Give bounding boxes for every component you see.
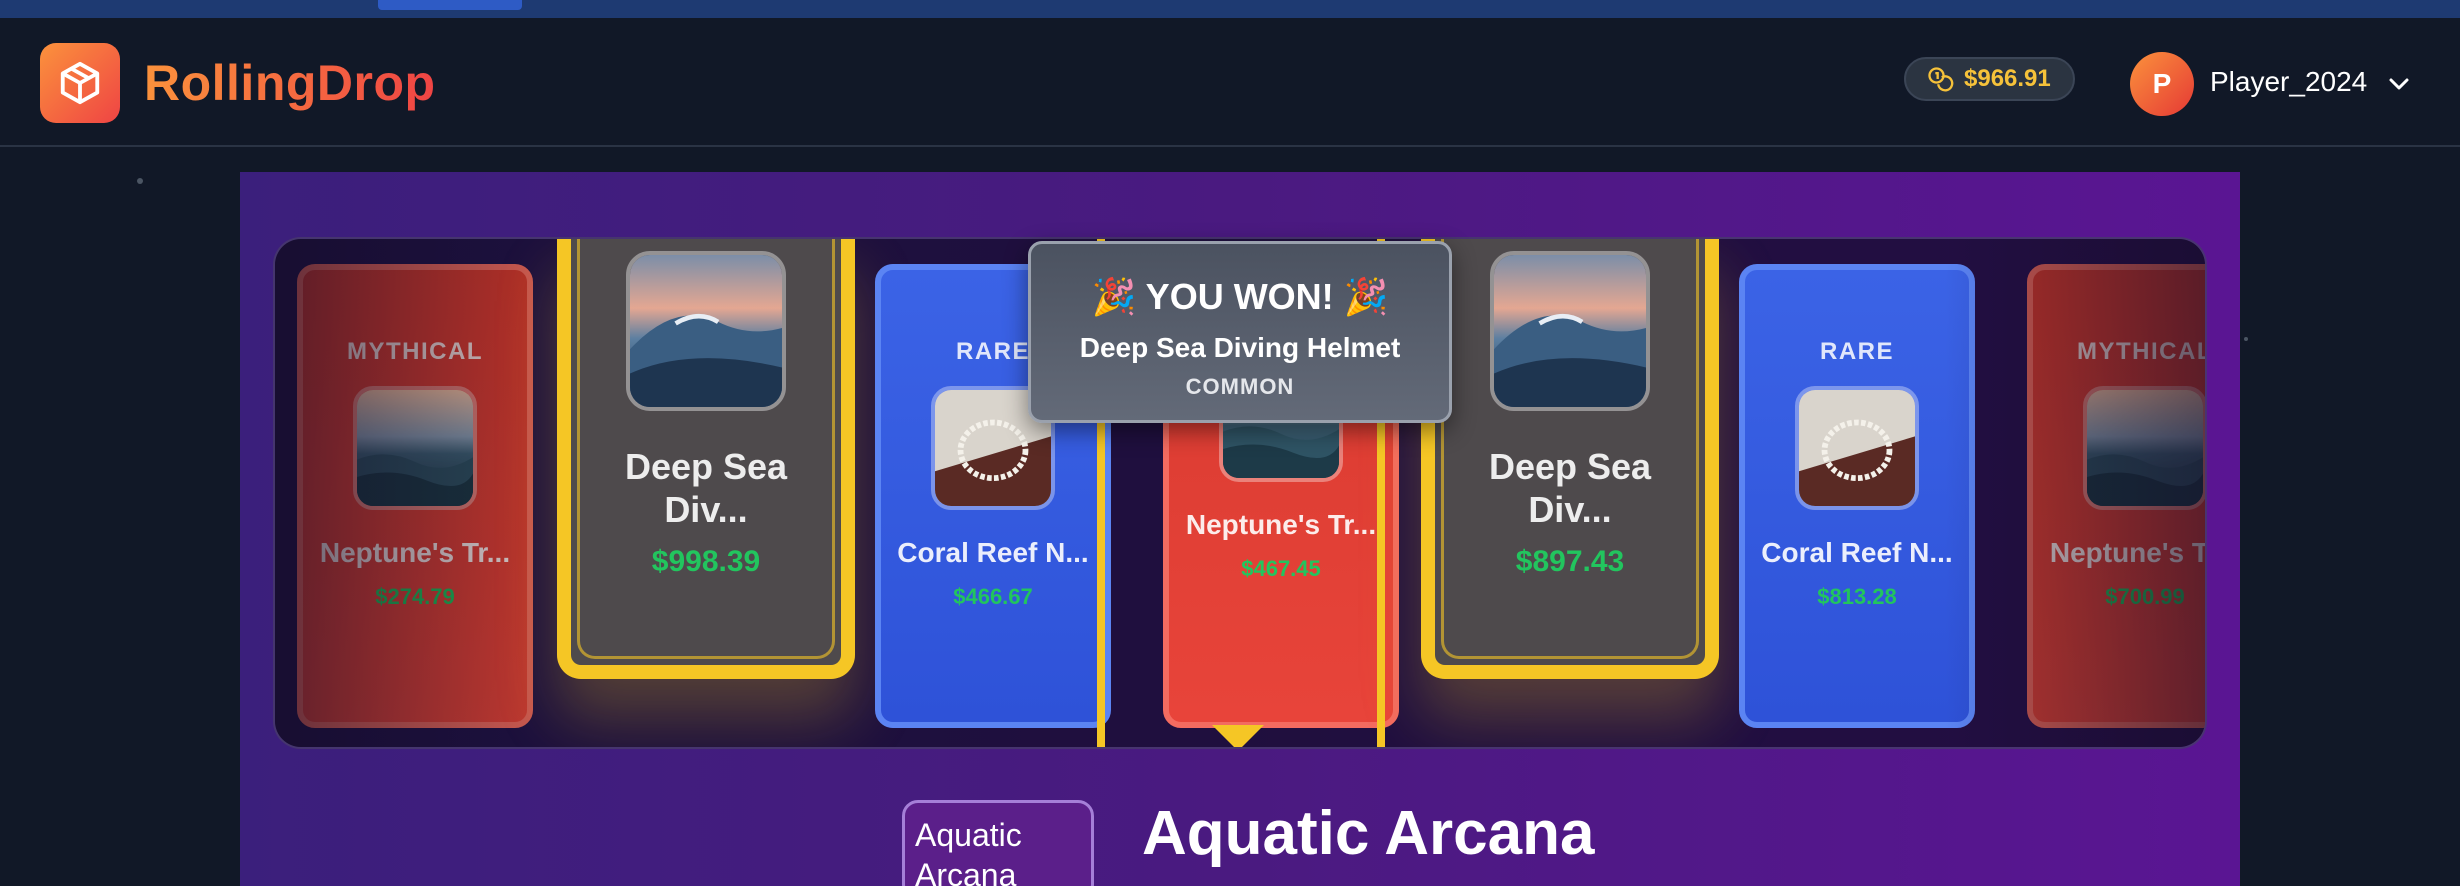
card-price: $466.67 [953, 583, 1033, 609]
logo-cube-icon[interactable] [40, 43, 120, 123]
top-navbar: RollingDrop $966.91 P Player_2024 [0, 18, 2460, 147]
case-image-broken: Aquatic Arcana [902, 800, 1094, 886]
card-rarity: RARE [1819, 338, 1894, 365]
pearl-necklace-image [1795, 386, 1919, 510]
ocean-sunset-image [2083, 386, 2205, 510]
selector-pointer-icon [1212, 725, 1264, 747]
brand-name[interactable]: RollingDrop [144, 54, 436, 112]
balance-badge[interactable]: $966.91 [1904, 57, 2075, 101]
case-opening-stage: MYTHICAL Neptune's Tr... $274.79 Deep Se… [240, 172, 2240, 886]
chevron-down-icon[interactable] [2387, 76, 2411, 92]
ocean-sunset-image [353, 386, 477, 510]
card-price: $897.43 [1515, 545, 1625, 579]
card-price: $813.28 [1817, 583, 1897, 609]
decorative-dot [2244, 337, 2248, 341]
username[interactable]: Player_2024 [2210, 66, 2367, 98]
balance-amount: $966.91 [1964, 65, 2051, 92]
coins-icon [1928, 67, 1954, 92]
active-tab-indicator[interactable] [378, 0, 522, 10]
reel-card: RARE Coral Reef N... $813.28 [1739, 264, 1975, 728]
reel-card: Deep Sea Div... $998.39 [557, 239, 855, 679]
card-name: Neptune's Tr... [1185, 509, 1377, 540]
card-name: Neptune's Tr... [2049, 537, 2207, 568]
card-rarity: MYTHICAL [347, 338, 483, 365]
card-name: Coral Reef N... [897, 537, 1089, 568]
card-name: Neptune's Tr... [319, 537, 511, 568]
reel-card: Deep Sea Div... $897.43 [1421, 239, 1719, 679]
reel-card: MYTHICAL Neptune's Tr... $274.79 [297, 264, 533, 728]
decorative-dot [137, 178, 143, 184]
win-item-rarity: COMMON [1185, 374, 1295, 399]
win-title: 🎉 YOU WON! 🎉 [1091, 276, 1389, 317]
card-rarity: MYTHICAL [2077, 338, 2207, 365]
card-price: $998.39 [651, 545, 761, 579]
wave-image [626, 251, 786, 411]
wave-image [1490, 251, 1650, 411]
avatar[interactable]: P [2130, 52, 2194, 116]
card-rarity: RARE [955, 338, 1030, 365]
reel-card: MYTHICAL Neptune's Tr... $700.99 [2027, 264, 2207, 728]
win-item-name: Deep Sea Diving Helmet [1079, 332, 1401, 363]
card-name: Deep Sea Div... [624, 446, 788, 531]
card-price: $467.45 [1241, 555, 1321, 581]
card-name: Deep Sea Div... [1488, 446, 1652, 531]
card-name: Coral Reef N... [1761, 537, 1953, 568]
browser-tab-strip [0, 0, 2460, 18]
case-title: Aquatic Arcana [1142, 799, 1595, 868]
win-popup: 🎉 YOU WON! 🎉 Deep Sea Diving Helmet COMM… [1028, 241, 1452, 423]
card-price: $700.99 [2105, 583, 2185, 609]
card-price: $274.79 [375, 583, 455, 609]
